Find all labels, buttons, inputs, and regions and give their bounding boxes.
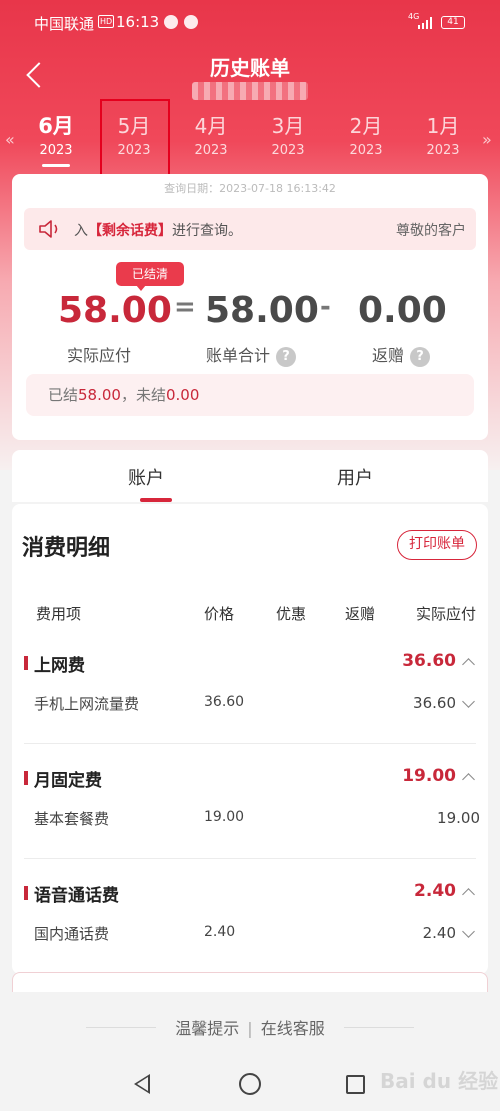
active-month-underline	[42, 164, 70, 167]
year-label: 2023	[426, 143, 460, 158]
fee-item-price: 2.40	[204, 924, 236, 940]
actual-due-label: 实际应付	[67, 346, 132, 365]
section-marker	[24, 886, 28, 900]
back-triangle-icon[interactable]	[134, 1074, 150, 1094]
carrier-name: 中国联通	[34, 15, 95, 33]
notice-bar[interactable]: 入【剩余话费】进行查询。 尊敬的客户	[24, 208, 476, 250]
print-bill-button[interactable]: 打印账单	[397, 530, 477, 560]
notification-icon	[164, 15, 178, 29]
equals-sign: =	[174, 292, 196, 322]
status-badge: 已结清	[116, 262, 184, 291]
footer-links: 温馨提示 | 在线客服	[0, 1015, 500, 1039]
month-tab-january[interactable]: 1月 2023	[408, 112, 478, 162]
section-name[interactable]: 月固定费	[34, 766, 102, 791]
month-label: 6月	[38, 114, 74, 138]
query-date: 查询日期：2023-07-18 16:13:42	[164, 182, 336, 195]
fee-item-name: 手机上网流量费	[34, 695, 140, 713]
column-header-item: 费用项	[36, 605, 82, 623]
online-service-link[interactable]: 在线客服	[261, 1019, 325, 1038]
fee-item-amount: 36.60	[413, 694, 456, 712]
bill-total-label-group: 账单合计?	[206, 342, 297, 367]
fee-item-amount: 2.40	[422, 924, 456, 942]
footer-separator: |	[247, 1019, 253, 1038]
year-label: 2023	[271, 143, 305, 158]
tab-user[interactable]: 用户	[337, 464, 373, 490]
bill-total-amount: 58.00	[205, 290, 319, 331]
scroll-right-icon[interactable]: »	[482, 130, 492, 149]
page-title: 历史账单	[210, 56, 290, 80]
section-amount: 2.40	[414, 881, 456, 901]
column-header-rebate: 返赠	[345, 605, 376, 623]
column-header-actual-due: 实际应付	[416, 605, 477, 623]
minus-sign: -	[320, 292, 331, 322]
year-label: 2023	[39, 143, 73, 158]
notice-text: 入【剩余话费】进行查询。	[74, 223, 242, 239]
masked-phone-number	[192, 82, 308, 100]
footer-line-right	[344, 1027, 414, 1028]
recents-square-icon[interactable]	[346, 1075, 365, 1094]
speaker-icon	[39, 220, 58, 238]
fee-item-name: 基本套餐费	[34, 810, 110, 828]
section-name[interactable]: 语音通话费	[34, 881, 119, 906]
tab-account[interactable]: 账户	[128, 464, 164, 490]
watermark: Bai du 经验	[380, 1069, 499, 1093]
month-tab-february[interactable]: 2月 2023	[331, 112, 401, 162]
status-bar: 中国联通 HD 16:13 4G 41	[0, 0, 500, 46]
active-tab-underline	[140, 498, 172, 502]
month-tab-june[interactable]: 6月 2023	[21, 112, 91, 167]
scroll-left-icon[interactable]: «	[5, 130, 15, 149]
column-header-price: 价格	[204, 605, 235, 623]
signal-icon	[418, 17, 434, 29]
clock: 16:13	[116, 13, 160, 31]
section-amount: 19.00	[402, 766, 456, 786]
fee-item-name: 国内通话费	[34, 925, 110, 943]
app-notification-icon	[184, 15, 198, 29]
year-label: 2023	[349, 143, 383, 158]
month-label: 3月	[271, 114, 305, 138]
month-label: 4月	[194, 114, 228, 138]
footer-line-left	[86, 1027, 156, 1028]
section-marker	[24, 656, 28, 670]
notice-text-scrolling: 尊敬的客户	[396, 223, 466, 239]
column-header-discount: 优惠	[276, 605, 307, 623]
bill-total-label: 账单合计	[206, 346, 271, 365]
year-label: 2023	[194, 143, 228, 158]
divider	[24, 858, 476, 859]
settlement-status: 已结58.00，未结0.00	[26, 374, 474, 416]
fee-item-amount: 19.00	[437, 809, 480, 827]
next-card-edge	[12, 972, 488, 992]
section-name[interactable]: 上网费	[34, 651, 85, 676]
section-marker	[24, 771, 28, 785]
annotation-highlight-box	[100, 99, 170, 186]
rebate-label-group: 返赠?	[372, 342, 431, 367]
help-icon[interactable]: ?	[410, 347, 431, 367]
help-icon[interactable]: ?	[276, 347, 297, 367]
month-tab-march[interactable]: 3月 2023	[253, 112, 323, 162]
home-circle-icon[interactable]	[239, 1073, 261, 1095]
account-user-tabs: 账户 用户	[12, 450, 488, 502]
rebate-label: 返赠	[372, 346, 405, 365]
hd-badge: HD	[98, 15, 115, 28]
month-tab-april[interactable]: 4月 2023	[176, 112, 246, 162]
actual-due-amount: 58.00	[58, 290, 172, 331]
fee-item-price: 19.00	[204, 809, 245, 825]
month-label: 1月	[426, 114, 460, 138]
warm-tips-link[interactable]: 温馨提示	[175, 1019, 239, 1038]
divider	[24, 743, 476, 744]
details-title: 消费明细	[22, 536, 111, 561]
section-amount: 36.60	[402, 651, 456, 671]
battery-icon: 41	[441, 16, 465, 29]
rebate-amount: 0.00	[358, 290, 447, 331]
month-label: 2月	[349, 114, 383, 138]
fee-item-price: 36.60	[204, 694, 245, 710]
